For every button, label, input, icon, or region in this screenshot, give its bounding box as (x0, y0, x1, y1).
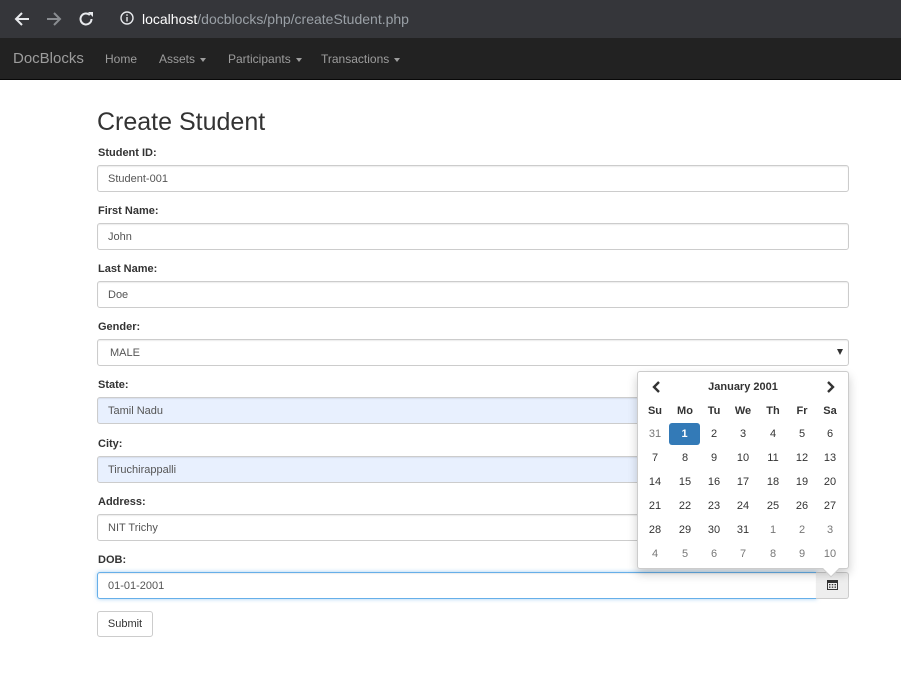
back-arrow-icon[interactable] (10, 7, 34, 31)
calendar-day[interactable]: 31 (729, 519, 757, 541)
calendar-day[interactable]: 24 (729, 495, 757, 517)
calendar-day[interactable]: 31 (641, 423, 669, 445)
calendar-day[interactable]: 5 (671, 543, 699, 565)
calendar-day[interactable]: 22 (671, 495, 699, 517)
calendar-day[interactable]: 10 (729, 447, 757, 469)
nav-transactions-dropdown[interactable]: Transactions (321, 52, 401, 66)
weekday-header: Su (647, 405, 663, 417)
nav-participants-label: Participants (228, 52, 291, 66)
calendar-day[interactable]: 29 (671, 519, 699, 541)
state-label: State: (98, 379, 129, 391)
nav-assets-label: Assets (159, 52, 196, 66)
weekday-header: Tu (707, 405, 721, 417)
forward-arrow-icon[interactable] (42, 7, 66, 31)
url-path: /docblocks/php/createStudent.php (197, 11, 409, 27)
calendar-day[interactable]: 6 (816, 423, 844, 445)
info-icon[interactable] (120, 10, 134, 28)
calendar-day[interactable]: 14 (641, 471, 669, 493)
calendar-button[interactable] (816, 572, 849, 599)
calendar-day[interactable]: 18 (759, 471, 787, 493)
browser-toolbar: localhost/docblocks/php/createStudent.ph… (0, 0, 901, 38)
last-name-input[interactable]: Doe (97, 281, 849, 308)
calendar-day[interactable]: 17 (729, 471, 757, 493)
gender-selected-value: MALE (110, 346, 140, 359)
submit-button[interactable]: Submit (97, 611, 153, 637)
nav-transactions-label: Transactions (321, 52, 390, 66)
caret-down-icon (295, 57, 302, 62)
dob-input[interactable]: 01-01-2001 (97, 572, 817, 599)
calendar-day[interactable]: 12 (788, 447, 816, 469)
nav-participants-dropdown[interactable]: Participants (228, 52, 302, 66)
site-navbar: DocBlocks Home Assets Participants Trans… (0, 38, 901, 80)
city-label: City: (98, 438, 123, 450)
first-name-label: First Name: (98, 205, 159, 217)
calendar-day[interactable]: 13 (816, 447, 844, 469)
reload-icon[interactable] (74, 7, 98, 31)
calendar-day[interactable]: 15 (671, 471, 699, 493)
calendar-day[interactable]: 30 (700, 519, 728, 541)
caret-down-icon (394, 57, 401, 62)
calendar-day[interactable]: 2 (788, 519, 816, 541)
calendar-day[interactable]: 19 (788, 471, 816, 493)
calendar-day[interactable]: 16 (700, 471, 728, 493)
next-month-icon[interactable] (822, 379, 838, 395)
nav-home[interactable]: Home (105, 52, 137, 66)
calendar-day[interactable]: 9 (788, 543, 816, 565)
calendar-day[interactable]: 1 (759, 519, 787, 541)
datepicker-month-year[interactable]: January 2001 (678, 381, 808, 393)
calendar-day[interactable]: 28 (641, 519, 669, 541)
calendar-day[interactable]: 21 (641, 495, 669, 517)
calendar-day[interactable]: 7 (729, 543, 757, 565)
calendar-icon (826, 577, 838, 595)
weekday-header: We (734, 405, 752, 417)
datepicker-popup: January 2001 Su Mo Tu We Th Fr Sa 31 1 2 3 4 5 6 7 8 9 10… (637, 371, 849, 578)
calendar-day[interactable]: 27 (816, 495, 844, 517)
weekday-header: Mo (677, 405, 693, 417)
calendar-day[interactable]: 9 (700, 447, 728, 469)
calendar-day[interactable]: 5 (788, 423, 816, 445)
calendar-day[interactable]: 7 (641, 447, 669, 469)
address-bar[interactable]: localhost/docblocks/php/createStudent.ph… (108, 4, 901, 34)
calendar-day[interactable]: 11 (759, 447, 787, 469)
calendar-day[interactable]: 23 (700, 495, 728, 517)
student-id-input[interactable]: Student-001 (97, 165, 849, 192)
weekday-header: Sa (823, 405, 837, 417)
navbar-brand[interactable]: DocBlocks (13, 50, 84, 67)
calendar-day[interactable]: 10 (816, 543, 844, 565)
gender-select[interactable]: MALE (97, 339, 849, 366)
page-title: Create Student (97, 108, 266, 136)
dob-label: DOB: (98, 554, 127, 566)
calendar-day[interactable]: 20 (816, 471, 844, 493)
nav-home-label: Home (105, 52, 138, 66)
gender-label: Gender: (98, 321, 141, 333)
last-name-label: Last Name: (98, 263, 158, 275)
calendar-day[interactable]: 3 (816, 519, 844, 541)
calendar-day[interactable]: 6 (700, 543, 728, 565)
calendar-day[interactable]: 25 (759, 495, 787, 517)
prev-month-icon[interactable] (648, 379, 664, 395)
address-label: Address: (98, 496, 146, 508)
calendar-day[interactable]: 8 (671, 447, 699, 469)
first-name-input[interactable]: John (97, 223, 849, 250)
weekday-header: Fr (796, 405, 808, 417)
student-id-label: Student ID: (98, 147, 157, 159)
calendar-day-selected[interactable]: 1 (669, 423, 700, 445)
calendar-day[interactable]: 8 (759, 543, 787, 565)
calendar-day[interactable]: 26 (788, 495, 816, 517)
calendar-day[interactable]: 2 (700, 423, 728, 445)
calendar-day[interactable]: 4 (641, 543, 669, 565)
url-host: localhost (142, 11, 198, 27)
nav-assets-dropdown[interactable]: Assets (159, 52, 207, 66)
dropdown-arrow-icon (837, 349, 843, 355)
calendar-day[interactable]: 3 (729, 423, 757, 445)
caret-down-icon (200, 57, 207, 62)
calendar-day[interactable]: 4 (759, 423, 787, 445)
weekday-header: Th (766, 405, 780, 417)
